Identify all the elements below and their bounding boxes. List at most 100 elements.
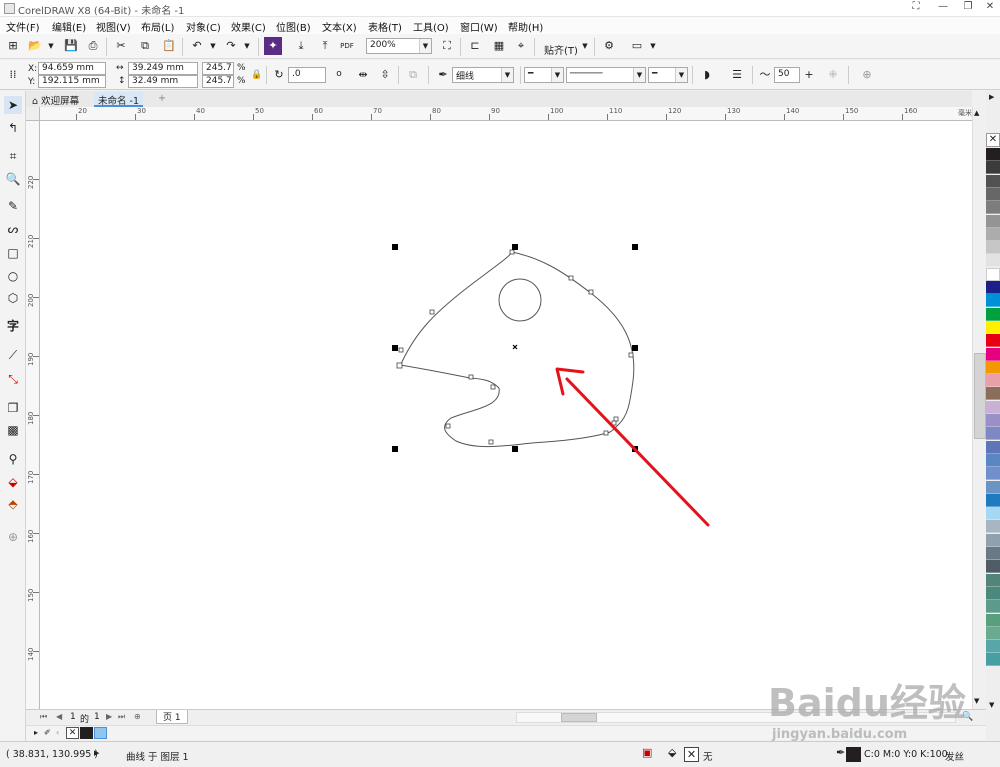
palette-swatch[interactable] [986,334,1000,348]
color-proofing-icon[interactable]: ▣ [642,746,652,759]
next-page-icon[interactable]: ▶ [106,712,112,721]
doc-light-blue-swatch[interactable] [94,727,107,739]
scale-x-field[interactable]: 245.7 [202,62,234,75]
add-tab-button[interactable]: + [154,92,170,107]
palette-swatch[interactable] [986,507,1000,521]
print-icon[interactable]: ⎙ [84,37,102,55]
first-page-icon[interactable]: ⏮ [40,712,47,722]
crop-icon[interactable]: ⌗ [4,147,22,165]
palette-swatch[interactable] [986,148,1000,161]
last-page-icon[interactable]: ⏭ [118,712,125,722]
close-icon[interactable]: ✕ [980,1,1000,15]
corel-connect-icon[interactable]: ✦ [264,37,282,55]
vertical-scrollbar[interactable]: ▲ ▼ [972,107,986,709]
palette-swatch[interactable] [986,254,1000,268]
scroll-up-icon[interactable]: ▲ [974,109,979,117]
options-gear-icon[interactable]: ⚙ [600,37,618,55]
interactive-fill-icon[interactable]: ⬙ [4,473,22,491]
save-icon[interactable]: 💾 [62,37,80,55]
export-icon[interactable]: ⤒ [316,37,334,55]
end-arrowhead-dropdown[interactable]: ━ ▼ [648,67,688,83]
menu-tools[interactable]: 工具(O) [413,19,449,34]
selection-handles[interactable] [392,244,638,452]
palette-swatch[interactable] [986,241,1000,255]
eyedropper-icon[interactable]: ⚲ [4,450,22,468]
y-position-field[interactable]: 192.115 mm [38,75,106,88]
palette-swatch[interactable] [986,440,1000,454]
palette-swatch[interactable] [986,387,1000,401]
close-curve-icon[interactable]: ◗ [698,66,716,84]
copy-icon[interactable]: ⧉ [136,37,154,55]
smart-fill-icon[interactable]: ⬘ [4,495,22,513]
start-arrowhead-dropdown[interactable]: ━ ▼ [524,67,564,83]
menu-file[interactable]: 文件(F) [6,19,40,34]
palette-swatch[interactable] [986,467,1000,481]
palette-swatch[interactable] [986,533,1000,547]
palette-swatch[interactable] [986,281,1000,294]
palette-swatch[interactable] [986,547,1000,560]
import-icon[interactable]: ⤓ [292,37,310,55]
palette-swatch[interactable] [986,573,1000,587]
add-icon[interactable]: ⊕ [858,66,876,84]
palette-swatch[interactable] [986,320,1000,334]
minimize-icon[interactable]: — [933,1,953,15]
scroll-down-icon[interactable]: ▼ [974,697,979,705]
smoothing-field[interactable]: 50 [774,67,800,83]
mirror-horizontal-icon[interactable]: ⇹ [354,66,372,84]
doc-no-color-swatch-icon[interactable]: ✕ [66,727,79,739]
show-rulers-icon[interactable]: ⊏ [466,37,484,55]
publish-pdf-icon[interactable]: PDF [338,37,356,55]
palette-swatch[interactable] [986,493,1000,507]
text-wrap-icon[interactable]: ☰ [728,66,746,84]
redo-dropdown-icon[interactable]: ▼ [238,37,256,55]
transparency-icon[interactable]: ▩ [4,421,22,439]
pointer-icon[interactable]: ➤ [4,96,22,114]
polygon-icon[interactable]: ⬡ [4,289,22,307]
shape-icon[interactable]: ↰ [4,119,22,137]
paste-icon[interactable]: 📋 [160,37,178,55]
parallel-dimension-icon[interactable]: ⟋ [4,346,22,364]
menu-effects[interactable]: 效果(C) [231,19,266,34]
snap-dropdown-icon[interactable]: ▼ [576,37,594,55]
palette-swatch[interactable] [986,227,1000,241]
text-icon[interactable]: 字 [4,317,22,335]
palette-swatch[interactable] [986,600,1000,614]
menu-layout[interactable]: 布局(L) [141,19,174,34]
snap-to-dropdown[interactable]: 贴齐(T) [544,42,578,57]
menu-text[interactable]: 文本(X) [322,19,357,34]
palette-swatch[interactable] [986,414,1000,427]
rotation-angle-field[interactable]: .0 [288,67,326,83]
add-tool-icon[interactable]: ⊕ [4,528,22,546]
palette-swatch[interactable] [986,307,1000,321]
document-palette-scroll-icon[interactable]: ‹ [56,728,59,737]
palette-swatch[interactable] [986,267,1000,281]
tab-document[interactable]: 未命名 -1 [94,92,143,107]
doc-black-swatch[interactable] [80,727,93,739]
previous-page-icon[interactable]: ◀ [56,712,62,721]
menu-help[interactable]: 帮助(H) [508,19,543,34]
circle-hole[interactable] [498,278,542,322]
horizontal-ruler[interactable]: 20 30 40 50 60 70 80 90 100 110 120 130 140 150 160 毫米 [40,107,972,121]
menu-table[interactable]: 表格(T) [368,19,402,34]
smoothing-slider-icon[interactable]: + [800,66,818,84]
outline-width-dropdown[interactable]: 细线 ▼ [452,67,514,83]
palette-scroll-down-icon[interactable]: ▼ [989,701,994,709]
center-marker-icon[interactable] [512,344,518,350]
outline-color-swatch[interactable] [846,747,861,762]
vertical-scroll-thumb[interactable] [974,353,986,439]
full-screen-icon[interactable]: ⛶ [438,37,456,55]
palette-swatch[interactable] [986,174,1000,188]
palette-swatch[interactable] [986,453,1000,467]
restore-icon[interactable]: ❐ [958,1,978,15]
scale-y-field[interactable]: 245.7 [202,75,234,88]
add-page-icon[interactable]: ⊕ [134,712,141,721]
palette-swatch[interactable] [986,187,1000,201]
launcher-dropdown-icon[interactable]: ▼ [644,37,662,55]
cut-icon[interactable]: ✂ [112,37,130,55]
freehand-icon[interactable]: ✎ [4,197,22,215]
width-field[interactable]: 39.249 mm [128,62,198,75]
tab-welcome-screen[interactable]: ⌂ 欢迎屏幕 [28,92,83,107]
line-style-dropdown[interactable]: ────── ▼ [566,67,646,83]
show-guidelines-icon[interactable]: ⌖ [512,37,530,55]
connector-icon[interactable]: ⤡ [4,370,22,388]
